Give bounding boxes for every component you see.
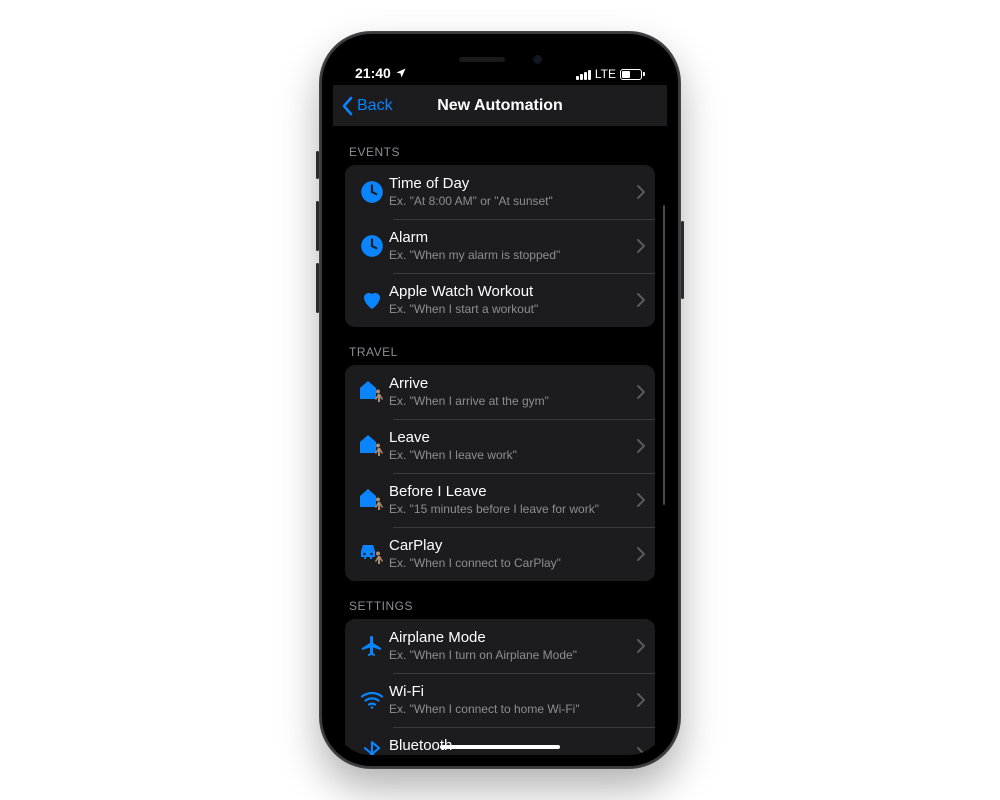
row-sub: Ex. "When I leave work" <box>389 448 631 464</box>
row-sub: Ex. "When I connect to CarPlay" <box>389 556 631 572</box>
row-title: Time of Day <box>389 175 631 193</box>
chevron-left-icon <box>341 96 355 116</box>
bluetooth-icon <box>361 741 383 755</box>
phone-mockup: 21:40 LTE Back New Automation <box>319 31 681 769</box>
row-title: Arrive <box>389 375 631 393</box>
row-title: Airplane Mode <box>389 629 631 647</box>
section-header-events: EVENTS <box>349 145 651 159</box>
device-frame: 21:40 LTE Back New Automation <box>319 31 681 769</box>
chevron-right-icon <box>637 747 645 755</box>
row-sub: Ex. "At 8:00 AM" or "At sunset" <box>389 194 631 210</box>
back-label: Back <box>357 97 393 115</box>
row-before-leave[interactable]: Before I LeaveEx. "15 minutes before I l… <box>345 473 655 527</box>
nav-bar: Back New Automation <box>333 85 667 127</box>
row-workout[interactable]: Apple Watch WorkoutEx. "When I start a w… <box>345 273 655 327</box>
chevron-right-icon <box>637 639 645 653</box>
location-icon <box>395 67 407 79</box>
group-events: Time of DayEx. "At 8:00 AM" or "At sunse… <box>345 165 655 327</box>
chevron-right-icon <box>637 385 645 399</box>
clock-icon <box>359 179 385 205</box>
clock-icon <box>359 233 385 259</box>
row-title: Wi-Fi <box>389 683 631 701</box>
row-title: Before I Leave <box>389 483 631 501</box>
chevron-right-icon <box>637 547 645 561</box>
row-sub: Ex. "When I turn on Airplane Mode" <box>389 648 631 664</box>
row-sub: Ex. "When I connect to home Wi-Fi" <box>389 702 631 718</box>
group-travel: ArriveEx. "When I arrive at the gym" Lea… <box>345 365 655 581</box>
home-indicator[interactable] <box>440 745 560 749</box>
content-scroll[interactable]: EVENTS Time of DayEx. "At 8:00 AM" or "A… <box>333 127 667 755</box>
battery-icon <box>620 69 645 80</box>
chevron-right-icon <box>637 185 645 199</box>
row-alarm[interactable]: AlarmEx. "When my alarm is stopped" <box>345 219 655 273</box>
home-person-icon <box>358 487 386 513</box>
home-person-icon <box>358 379 386 405</box>
back-button[interactable]: Back <box>341 96 393 116</box>
airplane-icon <box>360 634 384 658</box>
speaker-grille <box>459 57 505 62</box>
row-bluetooth[interactable]: BluetoothEx. "When I connect to AirPods" <box>345 727 655 755</box>
row-time-of-day[interactable]: Time of DayEx. "At 8:00 AM" or "At sunse… <box>345 165 655 219</box>
row-arrive[interactable]: ArriveEx. "When I arrive at the gym" <box>345 365 655 419</box>
row-sub: Ex. "15 minutes before I leave for work" <box>389 502 631 518</box>
front-camera <box>533 55 542 64</box>
row-sub: Ex. "When my alarm is stopped" <box>389 248 631 264</box>
row-title: Apple Watch Workout <box>389 283 631 301</box>
page-title: New Automation <box>437 97 563 115</box>
row-title: Alarm <box>389 229 631 247</box>
row-sub: Ex. "When I arrive at the gym" <box>389 394 631 410</box>
row-title: Leave <box>389 429 631 447</box>
power-button <box>681 221 684 299</box>
group-settings: Airplane ModeEx. "When I turn on Airplan… <box>345 619 655 755</box>
row-carplay[interactable]: CarPlayEx. "When I connect to CarPlay" <box>345 527 655 581</box>
volume-down-button <box>316 263 319 313</box>
section-header-travel: TRAVEL <box>349 345 651 359</box>
chevron-right-icon <box>637 493 645 507</box>
chevron-right-icon <box>637 439 645 453</box>
scrollbar[interactable] <box>663 205 666 505</box>
volume-up-button <box>316 201 319 251</box>
chevron-right-icon <box>637 293 645 307</box>
carrier-label: LTE <box>595 67 616 81</box>
mute-switch <box>316 151 319 179</box>
row-title: CarPlay <box>389 537 631 555</box>
row-leave[interactable]: LeaveEx. "When I leave work" <box>345 419 655 473</box>
status-time: 21:40 <box>355 65 391 81</box>
signal-icon <box>576 69 591 80</box>
screen: 21:40 LTE Back New Automation <box>333 45 667 755</box>
section-header-settings: SETTINGS <box>349 599 651 613</box>
notch <box>415 45 585 73</box>
row-airplane[interactable]: Airplane ModeEx. "When I turn on Airplan… <box>345 619 655 673</box>
chevron-right-icon <box>637 239 645 253</box>
heart-icon <box>360 288 384 312</box>
car-person-icon <box>358 541 386 567</box>
chevron-right-icon <box>637 693 645 707</box>
home-person-icon <box>358 433 386 459</box>
wifi-icon <box>360 688 384 712</box>
row-sub: Ex. "When I start a workout" <box>389 302 631 318</box>
row-wifi[interactable]: Wi-FiEx. "When I connect to home Wi-Fi" <box>345 673 655 727</box>
